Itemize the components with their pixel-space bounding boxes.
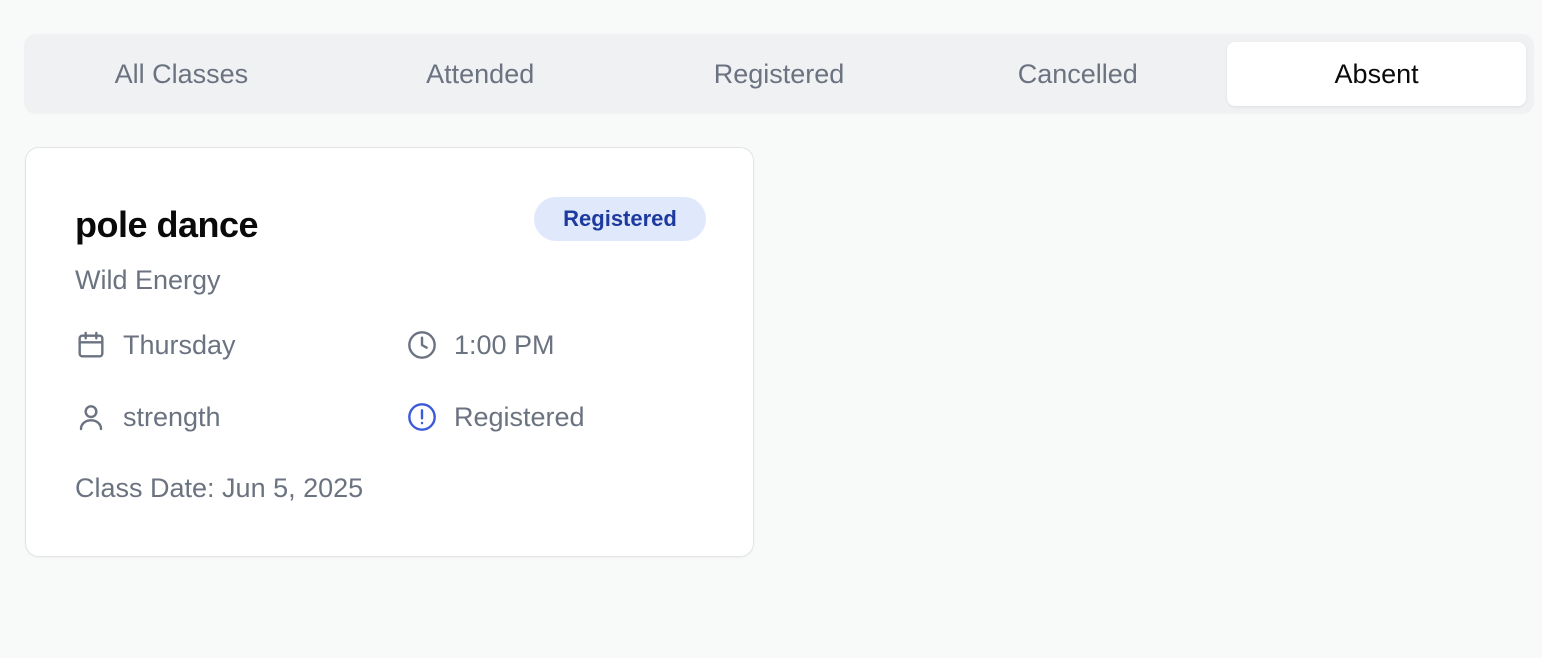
class-date: Class Date: Jun 5, 2025	[75, 473, 364, 503]
class-day: Thursday	[75, 329, 236, 361]
status-badge: Registered	[534, 197, 706, 241]
tab-registered[interactable]: Registered	[630, 42, 929, 106]
clock-icon	[406, 329, 438, 361]
tab-all-classes[interactable]: All Classes	[32, 42, 331, 106]
studio-name: Wild Energy	[75, 265, 221, 295]
class-filter-tabs: All Classes Attended Registered Cancelle…	[24, 34, 1534, 114]
class-category: strength	[75, 401, 221, 433]
tab-cancelled[interactable]: Cancelled	[928, 42, 1227, 106]
class-status-label: Registered	[454, 401, 585, 432]
tab-absent[interactable]: Absent	[1227, 42, 1526, 106]
class-category-label: strength	[123, 401, 221, 432]
class-status: Registered	[406, 401, 585, 433]
tab-attended[interactable]: Attended	[331, 42, 630, 106]
calendar-icon	[75, 329, 107, 361]
class-title: pole dance	[75, 204, 259, 245]
alert-circle-icon	[406, 401, 438, 433]
class-time-label: 1:00 PM	[454, 329, 555, 360]
class-card: pole dance Registered Wild Energy Thursd…	[25, 147, 754, 557]
class-time: 1:00 PM	[406, 329, 555, 361]
class-day-label: Thursday	[123, 329, 236, 360]
user-icon	[75, 401, 107, 433]
